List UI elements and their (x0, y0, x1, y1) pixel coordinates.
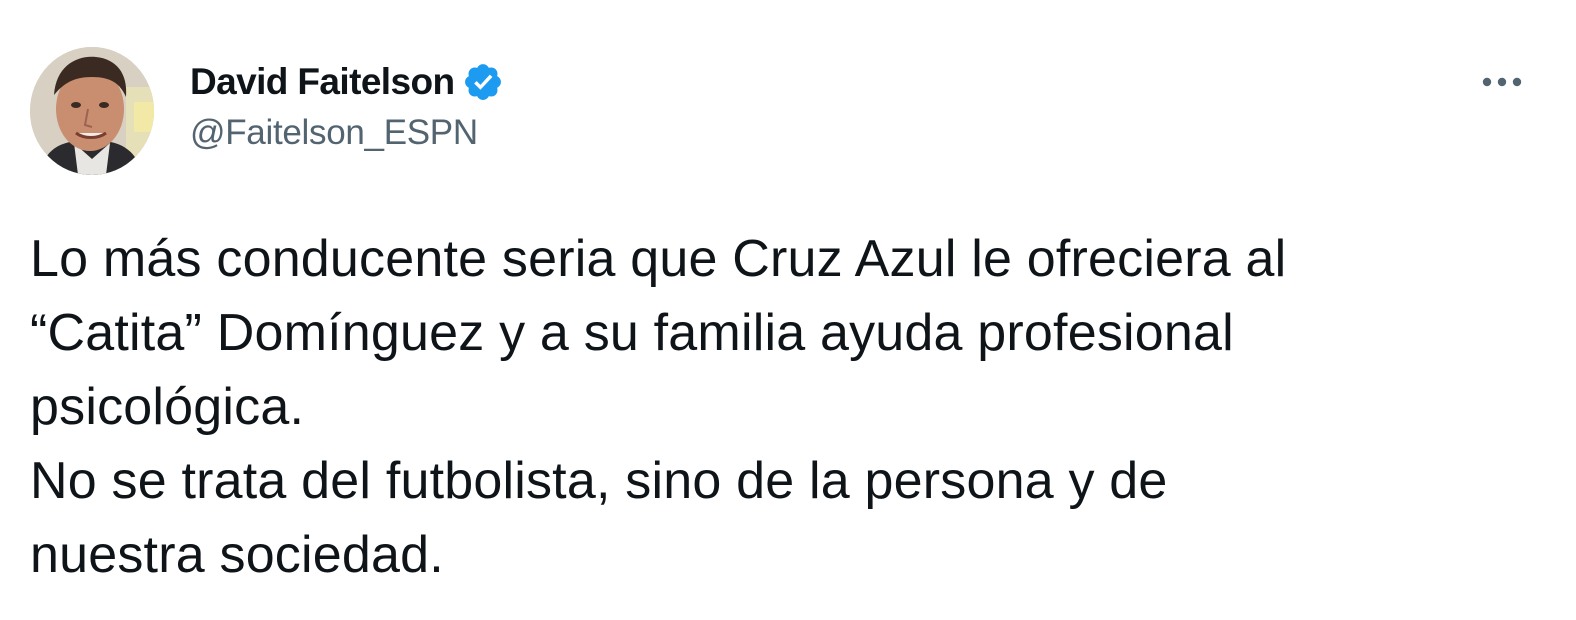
more-horizontal-icon (1482, 77, 1522, 87)
author-name-row: David Faitelson (190, 58, 504, 106)
avatar-photo (30, 47, 154, 175)
author-handle[interactable]: @Faitelson_ESPN (190, 113, 478, 153)
tweet-text-line: Lo más conducente seria que Cruz Azul le… (30, 230, 1287, 288)
tweet-text-line: No se trata del futbolista, sino de la p… (30, 452, 1168, 510)
tweet-text-line: nuestra sociedad. (30, 526, 444, 584)
more-options-button[interactable] (1470, 60, 1534, 104)
tweet-text-line: psicológica. (30, 378, 305, 436)
tweet-text-line: “Catita” Domínguez y a su familia ayuda … (30, 304, 1234, 362)
author-display-name[interactable]: David Faitelson (190, 61, 455, 103)
tweet-text: Lo más conducente seria que Cruz Azul le… (30, 222, 1560, 592)
tweet-card: David Faitelson @Faitelson_ESPN Lo más c… (0, 0, 1576, 620)
verified-badge-icon (462, 61, 504, 103)
author-avatar[interactable] (30, 47, 154, 175)
